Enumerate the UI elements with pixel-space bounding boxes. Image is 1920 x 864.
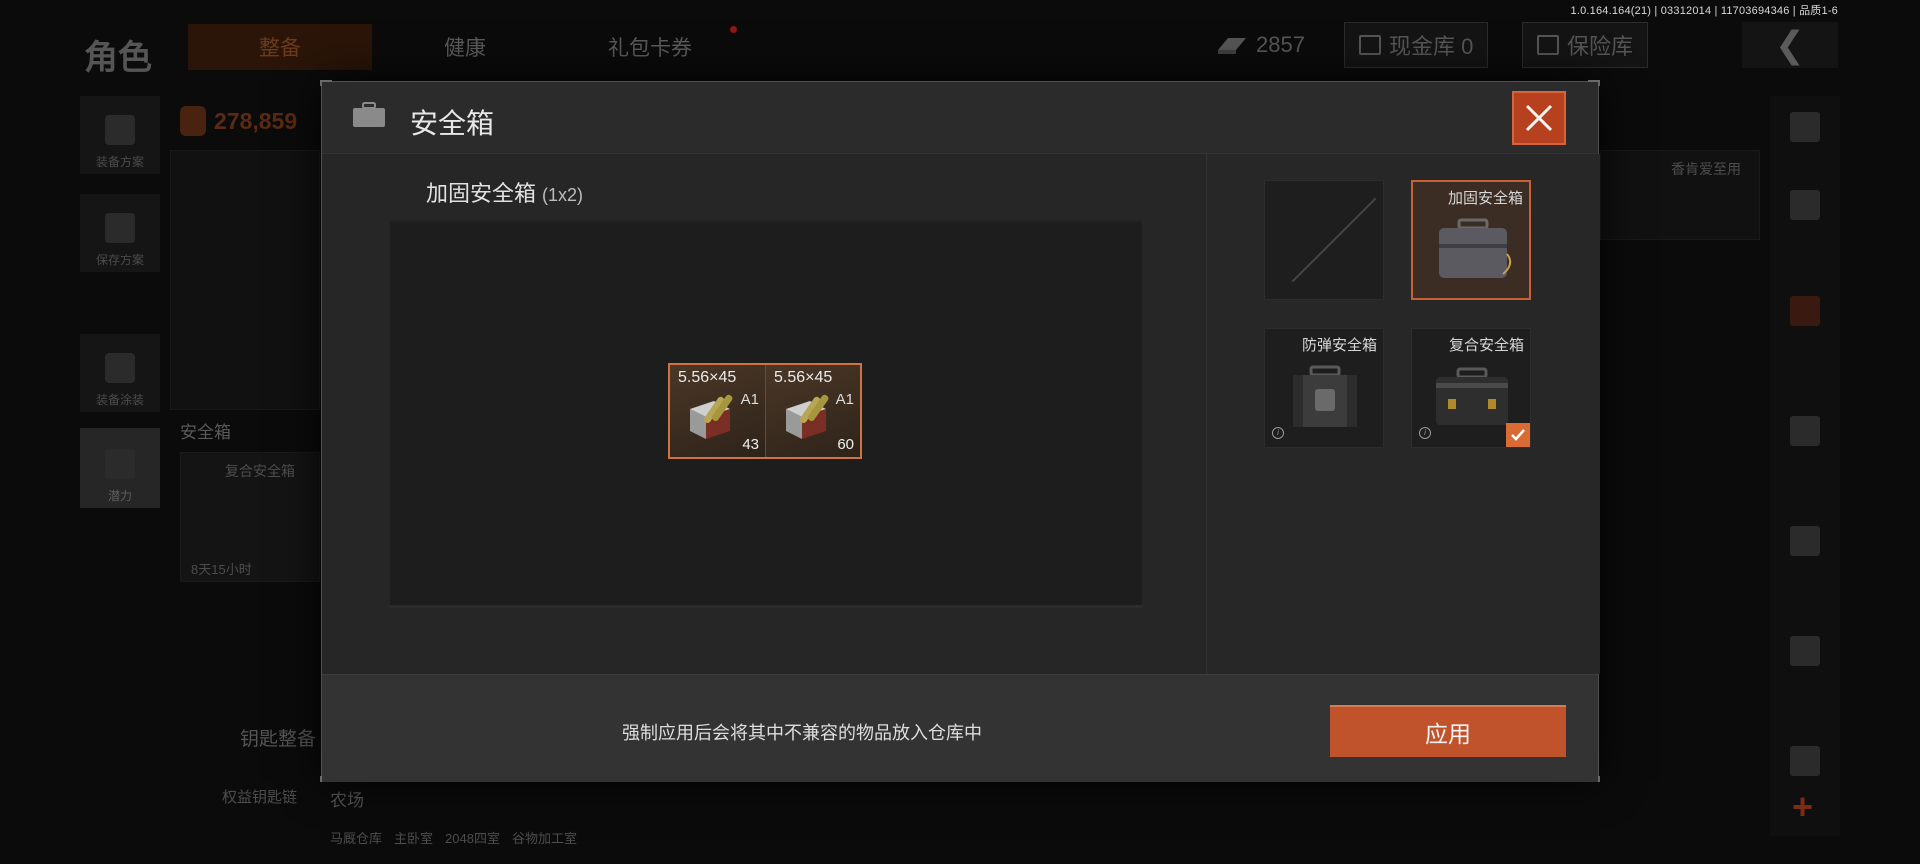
version-label: 1.0.164.164(21) | 03312014 | 11703694346… [1570,5,1838,17]
rifle-icon[interactable] [1790,416,1820,446]
info-icon[interactable]: i [1419,427,1431,439]
safebox-timer: 8天15小时 [191,562,252,577]
potential-label: 潜力 [107,489,132,503]
save-plan-button[interactable]: 保存方案 [80,194,160,272]
farm-label: 农场 [330,791,364,810]
money-display: 278,859 [180,106,297,136]
safe-icon [1537,35,1559,55]
item-count: 60 [837,436,854,453]
helmet-icon [105,353,135,383]
slot-label: 加固安全箱 [1447,190,1523,207]
item-count: 43 [742,436,759,453]
reinforced-case-icon [1439,218,1512,278]
slot-label: 防弹安全箱 [1301,337,1377,354]
money-icon [180,106,206,136]
equipped-checkmark [1506,423,1530,447]
gear-skin-label: 装备涂装 [95,393,144,407]
safebox-card-name: 复合安全箱 [225,463,295,479]
knife-icon[interactable] [1790,636,1820,666]
save-plan-label: 保存方案 [95,253,144,267]
modal-header: 安全箱 [322,82,1598,154]
case-selector: 加固安全箱 防弹安全箱 i 复合安全箱 i [1206,154,1600,674]
safebox-modal: 安全箱 加固安全箱 (1x2) 5.56×45 A1 43 5.56×45 A1… [320,80,1600,782]
currency-display: 2857 [1200,22,1319,68]
bullion-icon [1218,38,1246,54]
close-icon [1525,104,1553,132]
back-button[interactable]: ❮ [1742,22,1838,68]
loadout-plan-label: 装备方案 [95,155,144,169]
vault-icon [1359,35,1381,55]
magazine-icon[interactable] [1790,526,1820,556]
tab-gear[interactable]: 整备 [188,24,372,70]
info-icon[interactable]: i [1272,427,1284,439]
top-bar: 角色 整备 健康 礼包卡券 2857 现金库 0 保险库 ❮ [0,18,1920,78]
layers-icon[interactable] [1790,112,1820,142]
money-value: 278,859 [214,107,298,134]
item-name: 5.56×45 [774,369,833,386]
selected-case-title: 加固安全箱 (1x2) [426,176,583,208]
case-name: 加固安全箱 [426,181,537,206]
gear-skin-button[interactable]: 装备涂装 [80,334,160,412]
farm-rows: 马厩仓库 主卧室 2048四室 谷物加工室 [330,828,577,847]
cash-vault-label: 现金库 0 [1389,34,1474,59]
bg-character-panel [170,150,320,410]
download-icon [105,213,135,243]
add-icon[interactable]: + [1792,786,1813,828]
ammo-box-icon [786,394,829,439]
chevron-left-icon: ❮ [1774,24,1806,65]
case-slot-reinforced[interactable]: 加固安全箱 [1411,180,1531,300]
case-slot-composite[interactable]: 复合安全箱 i [1411,328,1531,448]
key-item-label: 权益钥匙链 [222,789,298,806]
potential-button[interactable]: 潜力 [80,428,160,508]
cash-vault-button[interactable]: 现金库 0 [1344,22,1489,68]
farm-row[interactable]: 谷物加工室 [512,828,577,847]
right-sidebar: + [1770,96,1840,836]
potential-icon [105,449,135,479]
composite-case-icon [1436,367,1508,425]
insurance-label: 保险库 [1567,34,1634,59]
safebox-section-label: 安全箱 [180,423,231,442]
currency-value: 2857 [1256,32,1305,57]
case-slot-empty[interactable] [1264,180,1384,300]
tab-gift-coupons[interactable]: 礼包卡券 [560,24,740,70]
farm-row[interactable]: 马厩仓库 [330,828,382,847]
farm-row[interactable]: 主卧室 [394,828,433,847]
key-section-label[interactable]: 钥匙整备 [240,724,316,751]
loadout-plan-button[interactable]: 装备方案 [80,96,160,174]
page-title: 角色 [84,39,152,77]
item-variant: A1 [740,391,759,408]
check-icon [1511,429,1525,441]
ammo-item[interactable]: 5.56×45 A1 60 [765,365,860,457]
close-button[interactable] [1512,91,1566,145]
ammo-item[interactable]: 5.56×45 A1 43 [670,365,765,457]
incompatible-items-note: 强制应用后会将其中不兼容的物品放入仓库中 [622,723,982,743]
bulletproof-case-icon [1293,365,1357,427]
safebox-card[interactable]: 复合安全箱 8天15小时 [180,452,320,582]
apply-button[interactable]: 应用 [1330,705,1566,757]
vest-icon [105,115,135,145]
right-card-label: 香肯爱至用 [1671,161,1741,177]
empty-slot-slash [1291,197,1377,283]
case-size: (1x2) [542,185,584,205]
case-slot-bulletproof[interactable]: 防弹安全箱 i [1264,328,1384,448]
slot-label: 复合安全箱 [1448,337,1524,354]
pistol-icon[interactable] [1790,746,1820,776]
ammo-box-icon [690,394,733,439]
home-icon[interactable] [1790,190,1820,220]
case-items: 5.56×45 A1 43 5.56×45 A1 60 [668,363,862,459]
modal-title: 安全箱 [410,108,495,139]
insurance-vault-button[interactable]: 保险库 [1522,22,1649,68]
briefcase-icon [353,102,385,127]
bg-right-card: 香肯爱至用 [1600,150,1760,240]
notification-dot [730,26,737,33]
modal-footer: 强制应用后会将其中不兼容的物品放入仓库中 应用 [322,674,1598,782]
backpack-icon[interactable] [1790,296,1820,326]
item-name: 5.56×45 [678,369,737,386]
farm-row[interactable]: 2048四室 [445,828,500,847]
tab-health[interactable]: 健康 [400,24,530,70]
item-variant: A1 [835,391,854,408]
